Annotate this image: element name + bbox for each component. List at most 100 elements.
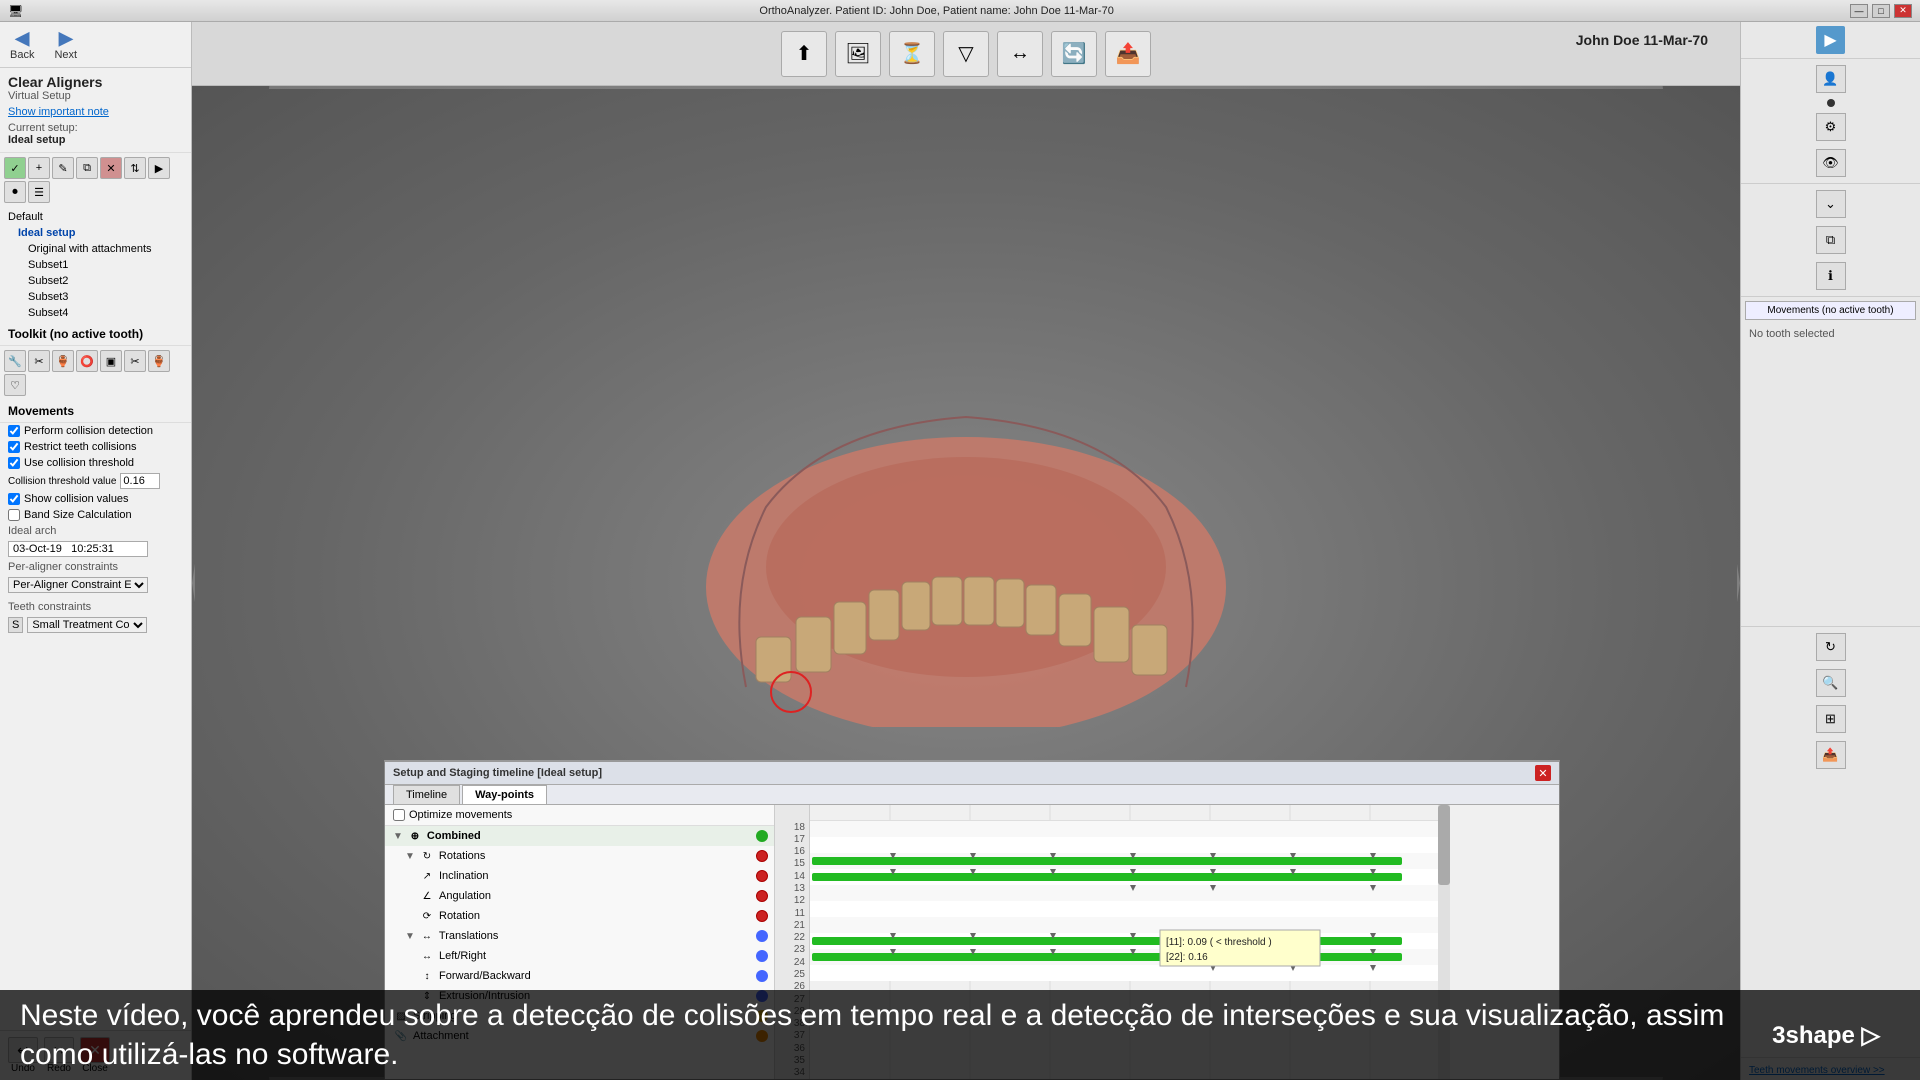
tree-subset1[interactable]: Subset1 [4, 257, 187, 273]
toolkit-btn-6[interactable]: ✂ [124, 350, 146, 372]
combined-expand-icon[interactable]: ▼ [393, 831, 403, 842]
tab-timeline[interactable]: Timeline [393, 785, 460, 804]
tl-rotations[interactable]: ▼ ↻ Rotations [385, 846, 774, 866]
tool-copy[interactable]: ⧉ [76, 157, 98, 179]
tl-combined[interactable]: ▼ ⊕ Combined [385, 826, 774, 846]
right-btn-view[interactable]: 👁 [1816, 149, 1846, 177]
right-btn-person[interactable]: 👤 [1816, 65, 1846, 93]
close-window-button[interactable]: ✕ [1894, 4, 1912, 18]
tl-inclination[interactable]: ↗ Inclination [385, 866, 774, 886]
tree-default[interactable]: Default [4, 209, 187, 225]
setup-tree: Default Ideal setup Original with attach… [0, 207, 191, 323]
show-collision-row: Show collision values [0, 491, 191, 507]
rownum-17: 17 [775, 833, 809, 845]
toolbar-btn-3[interactable]: ⏳ [889, 31, 935, 77]
next-button[interactable]: ▶ Next [54, 28, 77, 61]
tool-edit[interactable]: ✎ [52, 157, 74, 179]
timeline-tabs: Timeline Way-points [385, 785, 1559, 805]
angulation-dot [756, 890, 768, 902]
timeline-close-button[interactable]: ✕ [1535, 765, 1551, 781]
maximize-button[interactable]: □ [1872, 4, 1890, 18]
rotations-label: Rotations [439, 850, 752, 862]
toolkit-btn-5[interactable]: ▣ [100, 350, 122, 372]
right-btn-chevron-down[interactable]: ⌄ [1816, 190, 1846, 218]
translations-expand-icon[interactable]: ▼ [405, 931, 415, 942]
tool-play[interactable]: ▶ [148, 157, 170, 179]
tl-leftright[interactable]: ↔ Left/Right [385, 946, 774, 966]
rownum-15: 15 [775, 858, 809, 870]
tool-delete[interactable]: ✕ [100, 157, 122, 179]
band-size-check[interactable] [8, 509, 20, 521]
timeline-header: Setup and Staging timeline [Ideal setup]… [385, 762, 1559, 785]
toolkit-btn-3[interactable]: 🏺 [52, 350, 74, 372]
toolbar-btn-4[interactable]: ▽ [943, 31, 989, 77]
per-aligner-select[interactable]: Per-Aligner Constraint Example [8, 577, 148, 593]
inclination-label: Inclination [439, 870, 752, 882]
toolbar-btn-1[interactable]: ⬆ [781, 31, 827, 77]
tool-move[interactable]: ⇅ [124, 157, 146, 179]
tl-rotation[interactable]: ⟳ Rotation [385, 906, 774, 926]
tree-original[interactable]: Original with attachments [4, 241, 187, 257]
rownum-13: 13 [775, 882, 809, 894]
right-btn-info[interactable]: ℹ [1816, 262, 1846, 290]
rotations-icon: ↻ [419, 848, 435, 864]
toolkit-btn-4[interactable]: ⭕ [76, 350, 98, 372]
no-tooth-label: No tooth selected [1741, 324, 1920, 344]
restrict-collisions-check[interactable] [8, 441, 20, 453]
rotations-expand-icon[interactable]: ▼ [405, 851, 415, 862]
right-btn-zoom[interactable]: 🔍 [1816, 669, 1846, 697]
tab-waypoints[interactable]: Way-points [462, 785, 547, 804]
minimize-button[interactable]: — [1850, 4, 1868, 18]
translations-label: Translations [439, 930, 752, 942]
tree-subset2[interactable]: Subset2 [4, 273, 187, 289]
toolkit-btn-7[interactable]: 🏺 [148, 350, 170, 372]
tool-check[interactable]: ✓ [4, 157, 26, 179]
optimize-check[interactable] [393, 809, 405, 821]
right-panel-expand-button[interactable]: ▶ [1816, 26, 1844, 54]
tl-translations[interactable]: ▼ ↔ Translations [385, 926, 774, 946]
window-controls[interactable]: — □ ✕ [1850, 4, 1912, 18]
forwardbackward-dot [756, 970, 768, 982]
back-arrow-icon: ◀ [15, 28, 29, 49]
toolbar-btn-7[interactable]: 📤 [1105, 31, 1151, 77]
right-btn-refresh[interactable]: ↻ [1816, 633, 1846, 661]
right-btn-settings[interactable]: ⚙ [1816, 113, 1846, 141]
center-area: ⬆ 🖼 ⏳ ▽ ↔ 🔄 📤 [192, 22, 1740, 1080]
show-collision-check[interactable] [8, 493, 20, 505]
toolbar-btn-6[interactable]: 🔄 [1051, 31, 1097, 77]
toolkit-btn-2[interactable]: ✂ [28, 350, 50, 372]
date-input[interactable]: 03-Oct-19 10:25:31 [8, 541, 148, 557]
tree-subset3[interactable]: Subset3 [4, 289, 187, 305]
toolkit-btn-1[interactable]: 🔧 [4, 350, 26, 372]
forwardbackward-icon: ↕ [419, 968, 435, 984]
right-btn-export[interactable]: 📤 [1816, 741, 1846, 769]
toolbar-btn-2[interactable]: 🖼 [835, 31, 881, 77]
movements-no-active-label: Movements (no active tooth) [1745, 301, 1916, 320]
timeline-title: Setup and Staging timeline [Ideal setup] [393, 767, 602, 779]
teeth-constraints-select[interactable]: Small Treatment Constraint Examp [27, 617, 147, 633]
toolkit-btn-8[interactable]: ♡ [4, 374, 26, 396]
tool-list[interactable]: ☰ [28, 181, 50, 203]
tool-record[interactable]: ⏺ [4, 181, 26, 203]
right-btn-grid[interactable]: ⊞ [1816, 705, 1846, 733]
tl-angulation[interactable]: ∠ Angulation [385, 886, 774, 906]
leftright-icon: ↔ [419, 948, 435, 964]
tool-add[interactable]: + [28, 157, 50, 179]
movements-header: Movements [0, 400, 191, 423]
show-collision-label: Show collision values [24, 493, 129, 505]
app-icon: 🖥 [8, 4, 23, 18]
threshold-value-input[interactable]: 0.16 [120, 473, 160, 489]
perform-collision-check[interactable] [8, 425, 20, 437]
tl-forwardbackward[interactable]: ↕ Forward/Backward [385, 966, 774, 986]
ideal-arch-label-row: Ideal arch [0, 523, 191, 539]
tree-ideal-setup[interactable]: Ideal setup [4, 225, 187, 241]
toolbar-btn-5[interactable]: ↔ [997, 31, 1043, 77]
tree-subset4[interactable]: Subset4 [4, 305, 187, 321]
use-threshold-check[interactable] [8, 457, 20, 469]
rownum-25: 25 [775, 968, 809, 980]
back-button[interactable]: ◀ Back [10, 28, 34, 61]
rownum-11: 11 [775, 907, 809, 919]
right-btn-layers[interactable]: ⧉ [1816, 226, 1846, 254]
forwardbackward-label: Forward/Backward [439, 970, 752, 982]
important-note-link[interactable]: Show important note [8, 106, 183, 118]
